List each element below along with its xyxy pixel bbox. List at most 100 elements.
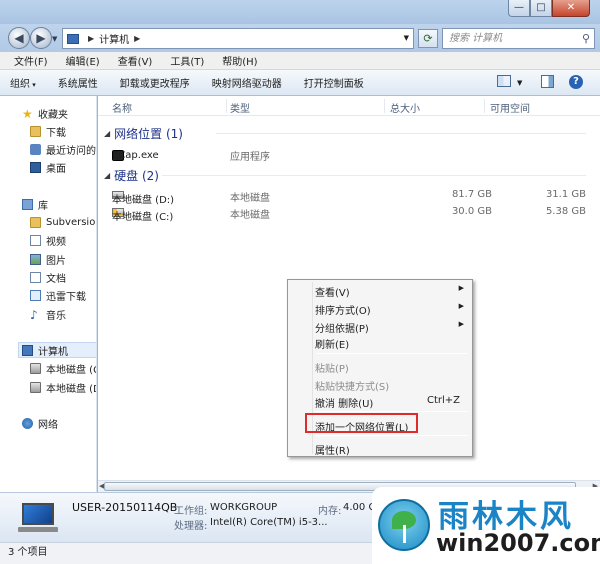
close-button[interactable]: ✕ — [552, 0, 590, 17]
cpu-label: 处理器: — [174, 521, 208, 532]
nav-label: 迅雷下载 — [46, 291, 86, 303]
address-dropdown-icon[interactable]: ▼ — [404, 34, 409, 42]
watermark-site: win2007.com — [436, 529, 600, 557]
map-network-drive-button[interactable]: 映射网络驱动器 — [212, 75, 282, 90]
menu-item-properties[interactable]: 属性(R) — [290, 439, 470, 457]
column-divider[interactable] — [384, 99, 385, 113]
menu-item-label: 查看(V) — [315, 288, 350, 299]
column-total-size[interactable]: 总大小 — [390, 100, 420, 115]
group-header-network[interactable]: ◢ 网络位置 (1) — [104, 125, 586, 142]
menu-help[interactable]: 帮助(H) — [222, 53, 257, 68]
table-row[interactable]: 本地磁盘 (C:) 本地磁盘 30.0 GB 5.38 GB — [112, 204, 586, 223]
nav-documents[interactable]: 文档 — [30, 269, 66, 285]
nav-desktop[interactable]: 桌面 — [30, 159, 66, 175]
open-control-panel-button[interactable]: 打开控制面板 — [304, 75, 364, 90]
menu-tools[interactable]: 工具(T) — [170, 53, 204, 68]
column-free-space[interactable]: 可用空间 — [490, 100, 530, 115]
menu-edit[interactable]: 编辑(E) — [66, 53, 100, 68]
nav-downloads[interactable]: 下载 — [30, 123, 66, 139]
nav-label: 桌面 — [46, 163, 66, 175]
nav-xunlei[interactable]: 迅雷下载 — [30, 287, 86, 303]
group-header-disks[interactable]: ◢ 硬盘 (2) — [104, 167, 586, 184]
highlight-box — [305, 413, 418, 433]
menu-item-label: 属性(R) — [315, 446, 350, 457]
network-icon — [22, 417, 33, 429]
breadcrumb-computer[interactable]: 计算机 — [99, 31, 129, 46]
help-icon[interactable]: ? — [569, 75, 583, 89]
view-dropdown-icon[interactable]: ▼ — [517, 79, 522, 87]
history-dropdown-icon[interactable]: ▼ — [52, 35, 57, 43]
nav-label: 库 — [38, 200, 48, 212]
breadcrumb-chevron-icon[interactable]: ▶ — [88, 34, 94, 43]
cpu-value: Intel(R) Core(TM) i5-3... — [210, 517, 328, 528]
nav-disk-c[interactable]: 本地磁盘 (C:) — [30, 360, 96, 376]
nav-videos[interactable]: 视频 — [30, 232, 66, 248]
address-bar[interactable]: ▶ 计算机 ▶ ▼ — [62, 28, 414, 49]
column-divider[interactable] — [226, 99, 227, 113]
nav-pictures[interactable]: 图片 — [30, 251, 66, 267]
minimize-button[interactable]: — — [508, 0, 530, 17]
row-name: 本地磁盘 (C:) — [112, 212, 174, 223]
menu-item-view[interactable]: 查看(V) ▶ — [290, 281, 470, 299]
maximize-button[interactable]: □ — [530, 0, 552, 17]
nav-favorites[interactable]: ★ 收藏夹 — [22, 105, 68, 121]
column-name[interactable]: 名称 — [112, 100, 132, 115]
nav-label: Subversion — [46, 216, 97, 228]
menu-item-label: 排序方式(O) — [315, 306, 371, 317]
row-free-space: 5.38 GB — [545, 206, 586, 217]
collapse-triangle-icon[interactable]: ◢ — [104, 171, 110, 180]
ylmf-logo-icon — [378, 499, 430, 551]
disk-icon — [30, 381, 41, 393]
recent-places-icon — [30, 143, 41, 155]
back-button[interactable]: ◀ — [8, 27, 30, 49]
nav-label: 文档 — [46, 273, 66, 285]
nav-label: 视频 — [46, 236, 66, 248]
nav-subversion[interactable]: Subversion — [30, 214, 97, 230]
submenu-arrow-icon: ▶ — [458, 284, 464, 292]
menu-bar: 文件(F) 编辑(E) 查看(V) 工具(T) 帮助(H) — [0, 52, 600, 70]
nav-label: 下载 — [46, 127, 66, 139]
menu-item-refresh[interactable]: 刷新(E) — [290, 333, 470, 351]
menu-view[interactable]: 查看(V) — [118, 53, 153, 68]
forward-button[interactable]: ▶ — [30, 27, 52, 49]
refresh-icon: ⟳ — [423, 32, 433, 45]
computer-icon — [22, 344, 33, 356]
menu-item-sort[interactable]: 排序方式(O) ▶ — [290, 299, 470, 317]
nav-recent[interactable]: 最近访问的 — [30, 141, 96, 157]
menu-item-shortcut: Ctrl+Z — [426, 395, 460, 406]
nav-music[interactable]: ♪ 音乐 — [30, 306, 66, 322]
navigation-pane: ★ 收藏夹 下载 最近访问的 桌面 库 Subversion 视频 图片 文档 … — [0, 96, 97, 492]
nav-computer[interactable]: 计算机 — [18, 342, 96, 358]
menu-item-label: 撤消 删除(U) — [315, 399, 374, 410]
search-input[interactable]: 搜索 计算机 ⚲ — [442, 28, 595, 49]
refresh-button[interactable]: ⟳ — [418, 29, 438, 48]
nav-label: 图片 — [46, 255, 66, 267]
menu-item-label: 粘贴快捷方式(S) — [315, 382, 390, 393]
column-divider[interactable] — [484, 99, 485, 113]
organize-button[interactable]: 组织 — [10, 75, 36, 90]
menu-separator — [316, 353, 468, 354]
nav-network[interactable]: 网络 — [22, 415, 58, 431]
table-row[interactable]: 本地磁盘 (D:) 本地磁盘 81.7 GB 31.1 GB — [112, 187, 586, 206]
menu-file[interactable]: 文件(F) — [14, 53, 48, 68]
collapse-triangle-icon[interactable]: ◢ — [104, 129, 110, 138]
view-options-icon[interactable] — [497, 75, 511, 87]
preview-pane-icon[interactable] — [541, 75, 554, 88]
uninstall-program-button[interactable]: 卸载或更改程序 — [120, 75, 190, 90]
breadcrumb-chevron-icon[interactable]: ▶ — [134, 34, 140, 43]
column-type[interactable]: 类型 — [230, 100, 250, 115]
row-total-size: 81.7 GB — [451, 189, 492, 200]
desktop-icon — [30, 161, 41, 173]
nav-disk-d[interactable]: 本地磁盘 (D:) — [30, 379, 96, 395]
back-arrow-icon: ◀ — [14, 31, 24, 45]
menu-item-label: 刷新(E) — [315, 340, 350, 351]
workgroup-value: WORKGROUP — [210, 502, 278, 513]
table-row[interactable]: ECap.exe 应用程序 — [112, 146, 586, 163]
menu-item-undo-delete[interactable]: 撤消 删除(U) Ctrl+Z — [290, 392, 470, 410]
workgroup-label: 工作组: — [174, 506, 208, 517]
nav-label: 收藏夹 — [38, 109, 68, 121]
nav-libraries[interactable]: 库 — [22, 196, 48, 212]
group-divider — [216, 133, 586, 134]
system-properties-button[interactable]: 系统属性 — [58, 75, 98, 90]
search-icon[interactable]: ⚲ — [582, 29, 590, 48]
